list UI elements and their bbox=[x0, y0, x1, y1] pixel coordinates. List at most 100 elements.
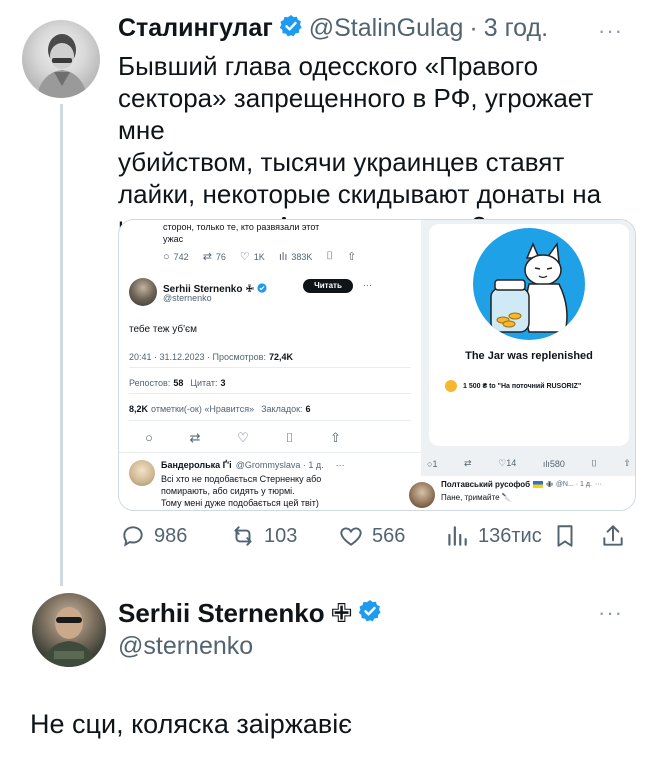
tweet-text-line: лайки, некоторые скидывают донаты на bbox=[118, 179, 602, 209]
reply-header: Serhii Sternenko ✙ bbox=[118, 598, 382, 629]
more-options-icon: ··· bbox=[594, 481, 602, 488]
more-options-icon[interactable]: ··· bbox=[598, 600, 623, 626]
cross-icon: ✙ bbox=[245, 283, 254, 295]
retweet-icon: ⇄ bbox=[189, 430, 201, 445]
embedded-actions: ○ ⇄ ♡ ⌷ ⇧ bbox=[145, 430, 341, 446]
quotes-value: 3 bbox=[220, 378, 226, 388]
verified-badge-icon bbox=[358, 599, 382, 628]
stat-likes: 1K bbox=[253, 251, 265, 262]
author-handle[interactable]: @StalinGulag bbox=[309, 14, 464, 43]
likes-value: 8,2K bbox=[129, 404, 149, 414]
cross-icon: ✙ bbox=[546, 480, 553, 489]
share-icon bbox=[603, 525, 623, 546]
embedded-like-stats: 8,2K отметки(-ок) «Нравится» Закладок: 6 bbox=[129, 404, 311, 414]
coin-icon bbox=[445, 380, 457, 392]
share-icon: ⇧ bbox=[347, 251, 357, 263]
reply-text: Пане, тримайте bbox=[441, 493, 500, 502]
jar-cat-illustration bbox=[473, 228, 585, 340]
embedded-reply-header: Бандеролька Ґ'і @Grommyslava · 1 д. ··· bbox=[161, 460, 345, 470]
tweet-text-line: Бывший глава одесского «Правого bbox=[118, 51, 539, 81]
divider bbox=[129, 420, 411, 421]
right-reply: Полтавський русофоб ✙ @N... · 1 д. ··· П… bbox=[409, 476, 635, 510]
right-stats: ○1 ⇄ ♡14 ılı580 ⌷ ⇧ bbox=[427, 458, 631, 469]
like-count: 566 bbox=[372, 524, 406, 547]
stat-retweets: 76 bbox=[215, 251, 226, 262]
cross-icon: ✙ bbox=[330, 598, 353, 628]
reply-icon: ○ bbox=[145, 430, 153, 445]
embedded-top-stats: ○ 742 ⇄ 76 ♡ 1K ılı 383K ⌷ ⇧ bbox=[163, 250, 356, 263]
like-icon bbox=[340, 527, 362, 546]
tweet-time[interactable]: 3 год. bbox=[484, 14, 548, 43]
reply-author-name[interactable]: Serhii Sternenko bbox=[118, 598, 325, 629]
reply-author-avatar[interactable] bbox=[32, 593, 106, 667]
embedded-screenshot-left: сторон, только те, кто развязали этот уж… bbox=[119, 220, 421, 510]
tweet-text-line: сектора» запрещенного в РФ, угрожает мне bbox=[118, 83, 594, 145]
jar-card: The Jar was replenished 1 500 ₴ to "На п… bbox=[429, 224, 629, 446]
share-action[interactable] bbox=[600, 523, 626, 549]
separator: · bbox=[469, 14, 478, 42]
bookmark-icon: ⌷ bbox=[285, 430, 294, 445]
stat-likes: 14 bbox=[506, 458, 517, 468]
reply-icon bbox=[123, 526, 143, 547]
views-icon: ılı bbox=[278, 250, 288, 263]
embedded-repost-stats: Репостов: 58 Цитат: 3 bbox=[129, 378, 225, 388]
views-action[interactable]: 136тис bbox=[444, 523, 542, 549]
bookmark-action[interactable] bbox=[552, 523, 578, 549]
jar-title: The Jar was replenished bbox=[465, 350, 593, 362]
likes-label: отметки(-ок) «Нравится» bbox=[151, 404, 255, 414]
stat-replies: 742 bbox=[173, 251, 189, 262]
views-icon bbox=[448, 526, 467, 546]
embedded-author-avatar bbox=[129, 278, 157, 306]
reply-avatar bbox=[409, 482, 435, 508]
thread-line bbox=[60, 104, 63, 586]
share-icon: ⇧ bbox=[330, 430, 341, 445]
follow-button: Читать bbox=[303, 279, 353, 293]
embedded-top-text: ужас bbox=[163, 234, 184, 244]
more-options-icon[interactable]: ··· bbox=[598, 18, 623, 44]
tweet-media[interactable]: сторон, только те, кто развязали этот уж… bbox=[118, 219, 636, 511]
jar-amount: 1 500 ₴ to "На поточний RUSORIZ" bbox=[445, 380, 581, 392]
embedded-screenshot-right: The Jar was replenished 1 500 ₴ to "На п… bbox=[409, 220, 635, 510]
reposts-label: Репостов: bbox=[129, 378, 171, 388]
like-icon: ♡ bbox=[237, 430, 249, 445]
reply-handle: @Grommyslava · 1 д. bbox=[235, 460, 324, 470]
reply-author: Полтавський русофоб bbox=[441, 480, 531, 489]
author-name[interactable]: Сталингулаг bbox=[118, 14, 273, 43]
embedded-post-text: тебе теж уб'єм bbox=[129, 324, 197, 335]
retweet-action[interactable]: 103 bbox=[230, 523, 297, 549]
right-reply-text: Пане, тримайте 🔪 bbox=[441, 493, 512, 502]
jar-amount-text: 1 500 ₴ to "На поточний RUSORIZ" bbox=[463, 382, 582, 390]
reply-action[interactable]: 986 bbox=[120, 523, 187, 549]
reply-author-handle[interactable]: @sternenko bbox=[118, 632, 253, 661]
tweet-text: Бывший глава одесского «Правого сектора»… bbox=[118, 50, 628, 242]
reply-text: Не сци, коляска заіржавіє bbox=[30, 709, 353, 739]
share-icon: ⇧ bbox=[623, 458, 631, 468]
bookmark-icon bbox=[557, 525, 573, 547]
reply-line: Тому мені дуже подобається цей твіт) bbox=[161, 498, 319, 508]
reply-line: Всі хто не подобається Стерненку або bbox=[161, 474, 322, 484]
quotes-label: Цитат: bbox=[190, 378, 218, 388]
reply-author: Бандеролька Ґ'і bbox=[161, 460, 232, 470]
stat-views: 580 bbox=[549, 458, 565, 469]
retweet-icon: ⇄ bbox=[202, 251, 212, 263]
like-icon: ♡ bbox=[239, 251, 250, 263]
retweet-icon bbox=[234, 526, 252, 546]
divider bbox=[119, 452, 421, 453]
reply-handle: @N... · 1 д. bbox=[555, 481, 592, 488]
stat-views: 383K bbox=[291, 251, 313, 262]
like-icon: ♡14 bbox=[498, 458, 517, 468]
retweet-count: 103 bbox=[264, 524, 298, 547]
views-icon: ılı580 bbox=[542, 458, 565, 469]
ua-flag-icon bbox=[533, 481, 544, 488]
knife-icon: 🔪 bbox=[501, 493, 512, 502]
more-options-icon: ··· bbox=[335, 460, 345, 470]
reply-line: помирають, або сидять у тюрмі. bbox=[161, 486, 295, 496]
tweet-text-line: убийством, тысячи украинцев ставят bbox=[118, 147, 565, 177]
like-action[interactable]: 566 bbox=[338, 523, 405, 549]
views-count: 136тис bbox=[478, 524, 542, 547]
tweet-header: Сталингулаг @StalinGulag · 3 год. bbox=[118, 14, 548, 43]
verified-badge-icon bbox=[279, 14, 303, 43]
author-avatar[interactable] bbox=[22, 20, 100, 98]
bookmarks-value: 6 bbox=[305, 404, 311, 414]
bookmarks-label: Закладок: bbox=[261, 404, 303, 414]
